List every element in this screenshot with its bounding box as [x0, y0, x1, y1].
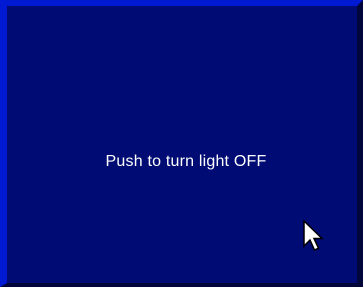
light-toggle-label: Push to turn light OFF [105, 153, 267, 170]
light-toggle-button[interactable]: Push to turn light OFF [0, 0, 363, 287]
